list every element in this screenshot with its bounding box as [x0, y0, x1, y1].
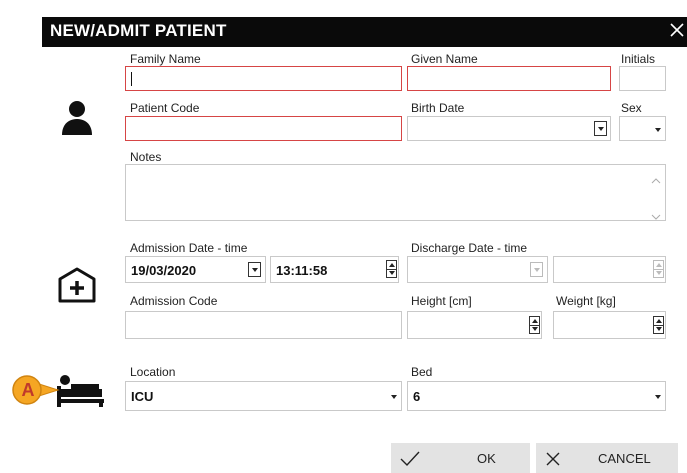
weight-field[interactable] [553, 311, 666, 339]
chevron-down-icon [655, 395, 661, 399]
bed-icon [55, 372, 105, 408]
family-name-field[interactable] [125, 66, 402, 91]
admission-code-label: Admission Code [130, 294, 218, 308]
dialog-title: NEW/ADMIT PATIENT [50, 21, 227, 40]
discharge-date-dropdown-button[interactable] [530, 262, 543, 277]
patient-code-label: Patient Code [130, 101, 200, 115]
check-icon [399, 450, 421, 468]
birth-date-label: Birth Date [411, 101, 465, 115]
notes-label: Notes [130, 150, 162, 164]
discharge-datetime-label: Discharge Date - time [411, 241, 528, 255]
weight-label: Weight [kg] [556, 294, 616, 308]
location-label: Location [130, 365, 176, 379]
bed-select[interactable]: 6 [407, 381, 666, 411]
discharge-date-field[interactable] [407, 256, 548, 283]
callout-letter: A [21, 380, 35, 400]
text-cursor [131, 72, 132, 86]
admission-time-spinner[interactable] [386, 260, 397, 278]
admission-date-dropdown-button[interactable] [248, 262, 261, 277]
sex-label: Sex [621, 101, 642, 115]
sex-select[interactable] [619, 116, 666, 141]
given-name-label: Given Name [411, 52, 478, 66]
person-icon [60, 100, 94, 136]
close-icon[interactable] [665, 18, 687, 40]
admission-code-field[interactable] [125, 311, 402, 339]
location-select[interactable]: ICU [125, 381, 402, 411]
weight-spinner[interactable] [653, 316, 664, 334]
given-name-field[interactable] [407, 66, 611, 91]
scroll-down-icon[interactable] [651, 208, 661, 220]
admission-time-field[interactable]: 13:11:58 [270, 256, 399, 283]
height-spinner[interactable] [529, 316, 540, 334]
ok-button[interactable]: OK [391, 443, 530, 473]
bed-label: Bed [411, 365, 433, 379]
initials-label: Initials [621, 52, 656, 66]
birth-date-dropdown-button[interactable] [594, 121, 607, 136]
admission-datetime-label: Admission Date - time [130, 241, 248, 255]
discharge-time-field[interactable] [553, 256, 666, 283]
family-name-label: Family Name [130, 52, 201, 66]
admission-date-field[interactable]: 19/03/2020 [125, 256, 266, 283]
height-field[interactable] [407, 311, 542, 339]
cancel-button[interactable]: CANCEL [536, 443, 678, 473]
initials-field[interactable] [619, 66, 666, 91]
scroll-up-icon[interactable] [651, 172, 661, 184]
hospital-plus-icon [57, 266, 97, 304]
height-label: Height [cm] [411, 294, 472, 308]
discharge-time-spinner[interactable] [653, 260, 664, 278]
patient-code-field[interactable] [125, 116, 402, 141]
notes-field[interactable] [125, 164, 666, 221]
chevron-down-icon [391, 395, 397, 399]
chevron-down-icon [655, 128, 661, 132]
x-icon [544, 450, 562, 468]
birth-date-field[interactable] [407, 116, 611, 141]
